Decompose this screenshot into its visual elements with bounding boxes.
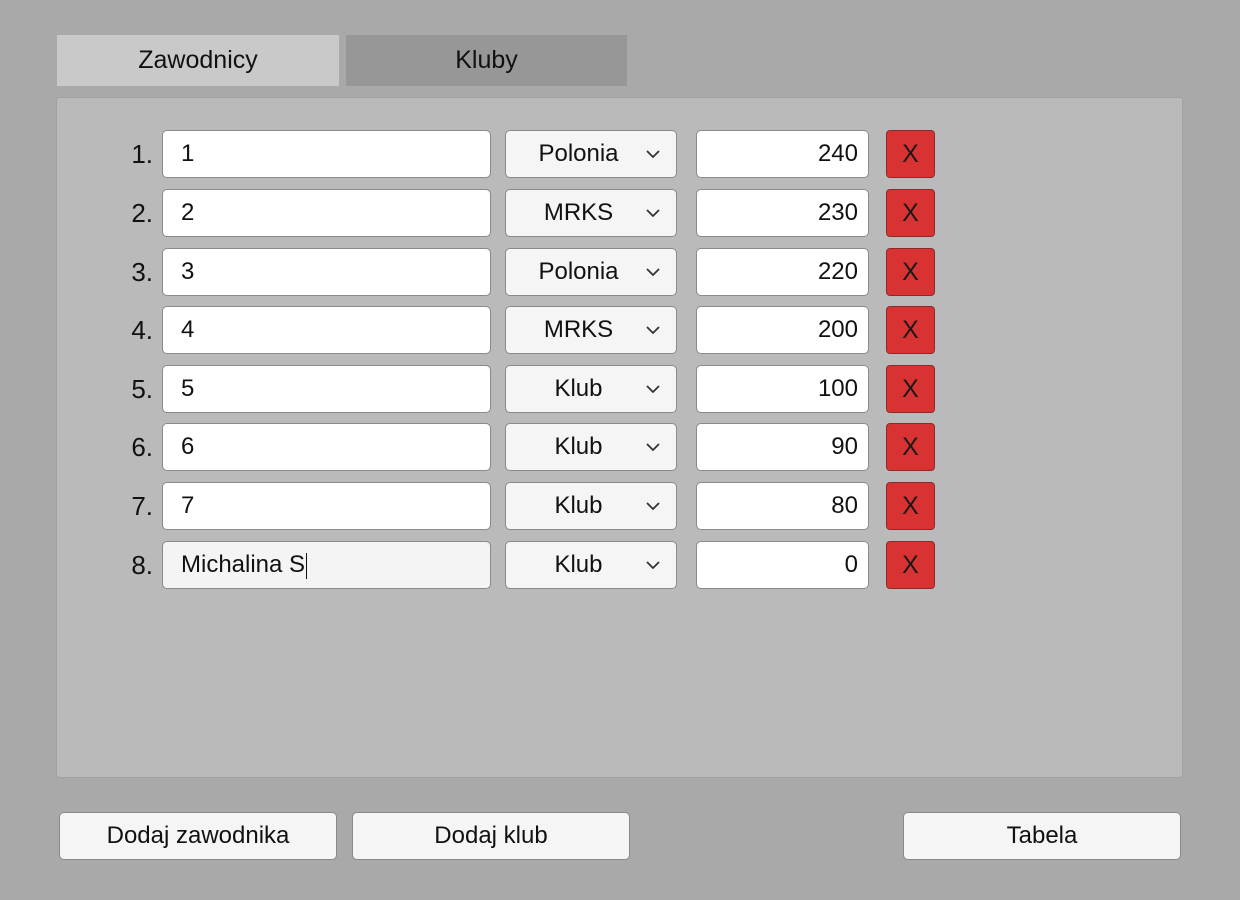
delete-player-button[interactable]: X	[886, 306, 935, 354]
tab-label: Zawodnicy	[138, 46, 258, 74]
player-row: 1. Polonia X	[57, 129, 957, 179]
club-select[interactable]: Klub	[505, 423, 677, 471]
player-name-text: Michalina S	[181, 551, 306, 578]
row-number: 7.	[131, 491, 153, 521]
player-row: 7. Klub X	[57, 481, 957, 531]
points-input[interactable]	[696, 541, 869, 589]
points-input[interactable]	[696, 306, 869, 354]
club-select[interactable]: Klub	[505, 365, 677, 413]
add-club-button[interactable]: Dodaj klub	[352, 812, 630, 860]
tab-zawodnicy[interactable]: Zawodnicy	[57, 35, 339, 86]
row-number: 5.	[131, 374, 153, 404]
delete-player-button[interactable]: X	[886, 189, 935, 237]
club-select[interactable]: MRKS	[505, 306, 677, 354]
player-row: 8. Michalina S Klub X	[57, 540, 957, 590]
add-player-button[interactable]: Dodaj zawodnika	[59, 812, 337, 860]
club-select-value: Polonia	[538, 258, 619, 285]
points-input[interactable]	[696, 189, 869, 237]
row-number: 1.	[131, 139, 153, 169]
row-number: 3.	[131, 257, 153, 287]
player-name-input[interactable]	[162, 482, 491, 530]
club-select[interactable]: Polonia	[505, 248, 677, 296]
table-button[interactable]: Tabela	[903, 812, 1181, 860]
club-select-value: Klub	[554, 433, 603, 460]
player-row: 5. Klub X	[57, 364, 957, 414]
chevron-down-icon	[646, 502, 660, 511]
chevron-down-icon	[646, 268, 660, 277]
club-select-value: MRKS	[543, 316, 614, 343]
delete-player-button[interactable]: X	[886, 482, 935, 530]
points-input[interactable]	[696, 365, 869, 413]
points-input[interactable]	[696, 130, 869, 178]
club-select-value: Polonia	[538, 140, 619, 167]
delete-player-button[interactable]: X	[886, 248, 935, 296]
points-input[interactable]	[696, 248, 869, 296]
chevron-down-icon	[646, 443, 660, 452]
player-row: 6. Klub X	[57, 422, 957, 472]
row-number: 2.	[131, 198, 153, 228]
delete-player-button[interactable]: X	[886, 423, 935, 471]
players-panel: 1. Polonia X 2. MRKS X 3	[56, 97, 1183, 778]
club-select-value: Klub	[554, 551, 603, 578]
chevron-down-icon	[646, 385, 660, 394]
club-select[interactable]: Polonia	[505, 130, 677, 178]
club-select[interactable]: MRKS	[505, 189, 677, 237]
text-caret	[306, 552, 308, 579]
row-number: 8.	[131, 550, 153, 580]
points-input[interactable]	[696, 482, 869, 530]
row-number: 4.	[131, 315, 153, 345]
player-name-input[interactable]	[162, 423, 491, 471]
player-name-input[interactable]	[162, 189, 491, 237]
tab-label: Kluby	[455, 46, 518, 74]
club-select-value: MRKS	[543, 199, 614, 226]
chevron-down-icon	[646, 150, 660, 159]
player-row: 2. MRKS X	[57, 188, 957, 238]
player-name-input[interactable]	[162, 306, 491, 354]
chevron-down-icon	[646, 209, 660, 218]
chevron-down-icon	[646, 326, 660, 335]
club-select-value: Klub	[554, 375, 603, 402]
player-row: 4. MRKS X	[57, 305, 957, 355]
club-select[interactable]: Klub	[505, 482, 677, 530]
player-name-input[interactable]	[162, 365, 491, 413]
player-name-input[interactable]	[162, 248, 491, 296]
tab-kluby[interactable]: Kluby	[346, 35, 627, 86]
row-number: 6.	[131, 432, 153, 462]
player-name-input[interactable]: Michalina S	[162, 541, 491, 589]
delete-player-button[interactable]: X	[886, 365, 935, 413]
chevron-down-icon	[646, 561, 660, 570]
player-name-input[interactable]	[162, 130, 491, 178]
club-select[interactable]: Klub	[505, 541, 677, 589]
delete-player-button[interactable]: X	[886, 130, 935, 178]
player-row: 3. Polonia X	[57, 247, 957, 297]
delete-player-button[interactable]: X	[886, 541, 935, 589]
club-select-value: Klub	[554, 492, 603, 519]
app-window: Zawodnicy Kluby 1. Polonia X 2. MRKS	[0, 0, 1240, 900]
points-input[interactable]	[696, 423, 869, 471]
